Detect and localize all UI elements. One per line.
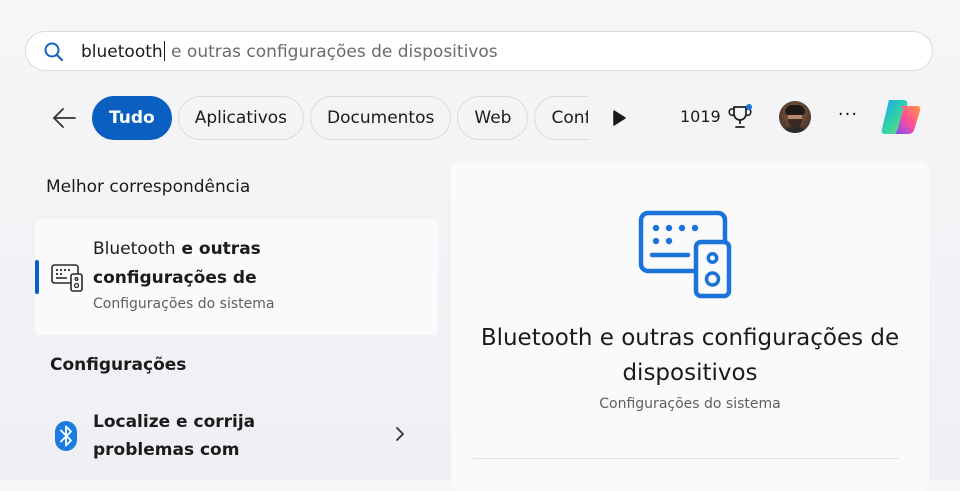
devices-settings-icon xyxy=(638,210,733,304)
tab-settings[interactable]: Configurações xyxy=(534,96,588,140)
best-match-result[interactable]: Bluetooth e outras configurações de Conf… xyxy=(35,219,438,335)
play-icon xyxy=(613,110,626,126)
back-button[interactable] xyxy=(46,101,82,135)
rewards-trophy-icon[interactable] xyxy=(728,103,754,135)
devices-settings-icon xyxy=(51,264,83,296)
preview-subtitle: Configurações do sistema xyxy=(599,396,781,412)
tab-all[interactable]: Tudo xyxy=(92,96,172,140)
best-match-subtitle: Configurações do sistema xyxy=(93,296,275,312)
settings-result-title: Localize e corrija problemas com xyxy=(93,412,256,460)
chevron-right-icon xyxy=(395,426,405,446)
search-suggestion: e outras configurações de dispositivos xyxy=(165,42,498,62)
preview-title: Bluetooth e outras configurações de disp… xyxy=(480,325,900,386)
settings-heading: Configurações xyxy=(50,355,187,375)
text-caret xyxy=(163,41,165,61)
avatar[interactable] xyxy=(779,101,811,133)
settings-result-item[interactable]: Localize e corrija problemas com xyxy=(35,401,438,471)
search-icon xyxy=(43,41,65,67)
bluetooth-icon xyxy=(55,421,77,455)
tabs-scroll-right-button[interactable] xyxy=(606,106,632,130)
more-options-button[interactable]: ··· xyxy=(834,106,862,130)
arrow-left-icon xyxy=(53,108,76,128)
copilot-icon[interactable] xyxy=(879,96,923,138)
search-bar[interactable]: bluetooth e outras configurações de disp… xyxy=(25,31,933,71)
selection-indicator xyxy=(35,260,39,294)
search-query: bluetooth xyxy=(81,42,163,62)
best-match-heading: Melhor correspondência xyxy=(46,177,251,197)
best-match-title: Bluetooth e outras configurações de xyxy=(93,235,353,293)
rewards-points[interactable]: 1019 xyxy=(680,106,721,128)
divider xyxy=(473,458,899,459)
best-match-title-prefix: Bluetooth xyxy=(93,239,176,259)
tab-web[interactable]: Web xyxy=(457,96,529,140)
preview-pane: Bluetooth e outras configurações de disp… xyxy=(451,161,929,491)
tab-documents[interactable]: Documentos xyxy=(310,96,452,140)
filter-tabs: Tudo Aplicativos Documentos Web Configur… xyxy=(92,95,588,141)
tab-apps[interactable]: Aplicativos xyxy=(177,96,305,140)
search-input[interactable]: bluetooth e outras configurações de disp… xyxy=(81,41,498,63)
